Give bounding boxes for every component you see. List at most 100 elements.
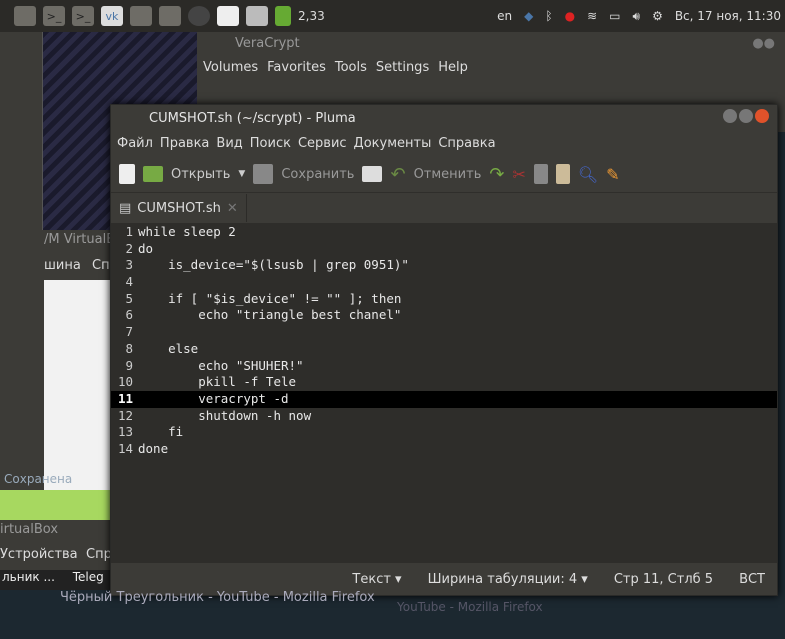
menu-volumes[interactable]: Volumes bbox=[203, 60, 258, 75]
pluma-window[interactable]: CUMSHOT.sh (~/scrypt) - Pluma Файл Правк… bbox=[110, 104, 778, 596]
menu-file[interactable]: Файл bbox=[117, 136, 153, 151]
tab-label: CUMSHOT.sh bbox=[137, 200, 221, 216]
line-number: 8 bbox=[125, 340, 133, 356]
terminal-icon[interactable]: >_ bbox=[43, 6, 65, 26]
taskbar-item[interactable]: Teleg bbox=[73, 570, 104, 584]
veracrypt-icon[interactable] bbox=[188, 6, 210, 26]
undo-icon[interactable]: ↶ bbox=[390, 164, 405, 185]
menu-settings[interactable]: Settings bbox=[376, 60, 429, 75]
tab-width-selector[interactable]: Ширина табуляции: 4 ▾ bbox=[428, 572, 588, 587]
vbox-title: /M VirtualB bbox=[44, 232, 116, 247]
code-line[interactable]: 2 do bbox=[111, 241, 777, 258]
terminal-icon[interactable]: >_ bbox=[72, 6, 94, 26]
menu-tools[interactable]: Tools bbox=[335, 60, 367, 75]
replace-icon[interactable]: ✎ bbox=[606, 165, 619, 184]
line-text: echo "SHUHER!" bbox=[138, 357, 304, 373]
gear-icon[interactable]: ⚙ bbox=[652, 9, 663, 23]
code-editor[interactable]: 1 while sleep 2 2 do 3 is_device="$(lsusb | … bbox=[111, 223, 777, 564]
code-line[interactable]: 5 if [ "$is_device" != "" ]; then bbox=[111, 291, 777, 308]
close-tab-icon[interactable]: ✕ bbox=[227, 201, 238, 216]
code-line[interactable]: 12 shutdown -h now bbox=[111, 408, 777, 425]
vbox-menu-help[interactable]: Спр bbox=[86, 547, 112, 562]
menu-help[interactable]: Help bbox=[438, 60, 468, 75]
line-number: 9 bbox=[125, 357, 133, 373]
selected-item[interactable] bbox=[0, 490, 112, 520]
code-line[interactable]: 8 else bbox=[111, 341, 777, 358]
folder-icon[interactable] bbox=[130, 6, 152, 26]
menu-help[interactable]: Справка bbox=[438, 136, 495, 151]
line-text: while sleep 2 bbox=[138, 224, 236, 239]
window-title: CUMSHOT.sh (~/scrypt) - Pluma bbox=[149, 110, 356, 126]
open-button[interactable]: Открыть bbox=[171, 167, 230, 182]
virtualbox-window[interactable]: /M VirtualB шина Сп Сохранена irtualBox … bbox=[0, 230, 116, 590]
vk-tray-icon[interactable]: ◆ bbox=[524, 9, 533, 23]
clock[interactable]: Вс, 17 ноя, 11:30 bbox=[675, 9, 781, 23]
list-item[interactable]: Сохранена bbox=[4, 472, 72, 486]
menu-edit[interactable]: Правка bbox=[160, 136, 209, 151]
line-number: 13 bbox=[117, 424, 133, 440]
line-number: 5 bbox=[125, 290, 133, 306]
code-line[interactable]: 6 echo "triangle best chanel" bbox=[111, 307, 777, 324]
undo-button[interactable]: Отменить bbox=[414, 167, 482, 182]
line-text: do bbox=[138, 240, 154, 256]
menu-search[interactable]: Поиск bbox=[250, 136, 291, 151]
save-button[interactable]: Сохранить bbox=[281, 167, 354, 182]
menu-tools[interactable]: Сервис bbox=[298, 136, 347, 151]
vbox-menu-item[interactable]: Сп bbox=[92, 258, 110, 273]
language-selector[interactable]: Текст ▾ bbox=[352, 572, 401, 587]
wifi-icon[interactable]: ≋ bbox=[587, 9, 597, 23]
line-text: veracrypt -d bbox=[138, 390, 289, 406]
vk-icon[interactable]: vk bbox=[101, 6, 123, 26]
bluetooth-icon[interactable]: ᛒ bbox=[545, 9, 552, 23]
vbox-title-2: irtualBox bbox=[0, 522, 59, 537]
tab-cumshot-sh[interactable]: ▤ CUMSHOT.sh ✕ bbox=[111, 194, 247, 222]
code-line[interactable]: 10 pkill -f Tele bbox=[111, 374, 777, 391]
taskbar-item[interactable]: льник ... bbox=[2, 570, 55, 584]
code-line[interactable]: 14 done bbox=[111, 441, 777, 458]
code-line[interactable]: 7 bbox=[111, 324, 777, 341]
cut-icon[interactable]: ✂ bbox=[512, 165, 525, 184]
vbox-menu-devices[interactable]: Устройства bbox=[0, 547, 78, 562]
close-button[interactable] bbox=[755, 109, 769, 123]
taskbar: льник ... Teleg bbox=[0, 570, 112, 590]
folder-icon[interactable] bbox=[14, 6, 36, 26]
battery-icon[interactable]: ▭ bbox=[609, 9, 620, 23]
code-line[interactable]: 11 veracrypt -d bbox=[111, 390, 777, 408]
top-panel: >_ >_ vk 2,33 en ◆ ᛒ ● ≋ ▭ 🔊︎ ⚙ Вс, 17 н… bbox=[0, 0, 785, 32]
menu-favorites[interactable]: Favorites bbox=[267, 60, 326, 75]
vbox-content: Сохранена bbox=[4, 280, 112, 490]
virtualbox-icon[interactable] bbox=[159, 6, 181, 26]
print-icon[interactable] bbox=[362, 166, 383, 182]
code-line[interactable]: 1 while sleep 2 bbox=[111, 224, 777, 241]
code-line[interactable]: 3 is_device="$(lsusb | grep 0951)" bbox=[111, 257, 777, 274]
line-text: if [ "$is_device" != "" ]; then bbox=[138, 290, 402, 306]
save-icon[interactable] bbox=[253, 164, 274, 184]
line-number: 10 bbox=[117, 374, 133, 390]
line-text: is_device="$(lsusb | grep 0951)" bbox=[138, 257, 409, 273]
battery-monitor-icon bbox=[275, 6, 291, 26]
menu-documents[interactable]: Документы bbox=[354, 136, 432, 151]
minimize-button[interactable] bbox=[723, 109, 737, 123]
code-line[interactable]: 13 fi bbox=[111, 424, 777, 441]
code-line[interactable]: 9 echo "SHUHER!" bbox=[111, 358, 777, 375]
line-text: else bbox=[138, 340, 199, 356]
open-dropdown-icon[interactable]: ▼ bbox=[238, 169, 245, 179]
scanner-icon[interactable] bbox=[246, 6, 268, 26]
keyboard-layout[interactable]: en bbox=[497, 9, 512, 23]
code-line[interactable]: 4 bbox=[111, 274, 777, 291]
line-text bbox=[135, 274, 138, 291]
cursor-position: Стр 11, Стлб 5 bbox=[613, 571, 714, 587]
menu-view[interactable]: Вид bbox=[216, 136, 242, 151]
new-file-icon[interactable] bbox=[119, 164, 135, 184]
record-icon[interactable]: ● bbox=[565, 9, 575, 23]
volume-icon[interactable]: 🔊︎ bbox=[633, 9, 641, 24]
copy-icon[interactable] bbox=[533, 164, 548, 184]
redo-icon[interactable]: ↷ bbox=[489, 164, 504, 185]
text-editor-icon[interactable] bbox=[217, 6, 239, 26]
vbox-menu-item[interactable]: шина bbox=[44, 258, 81, 273]
paste-icon[interactable] bbox=[555, 164, 570, 184]
window-controls[interactable]: ●● bbox=[752, 36, 775, 51]
open-folder-icon[interactable] bbox=[143, 166, 163, 182]
maximize-button[interactable] bbox=[739, 109, 753, 123]
search-icon[interactable]: 🔍︎ bbox=[578, 165, 598, 184]
